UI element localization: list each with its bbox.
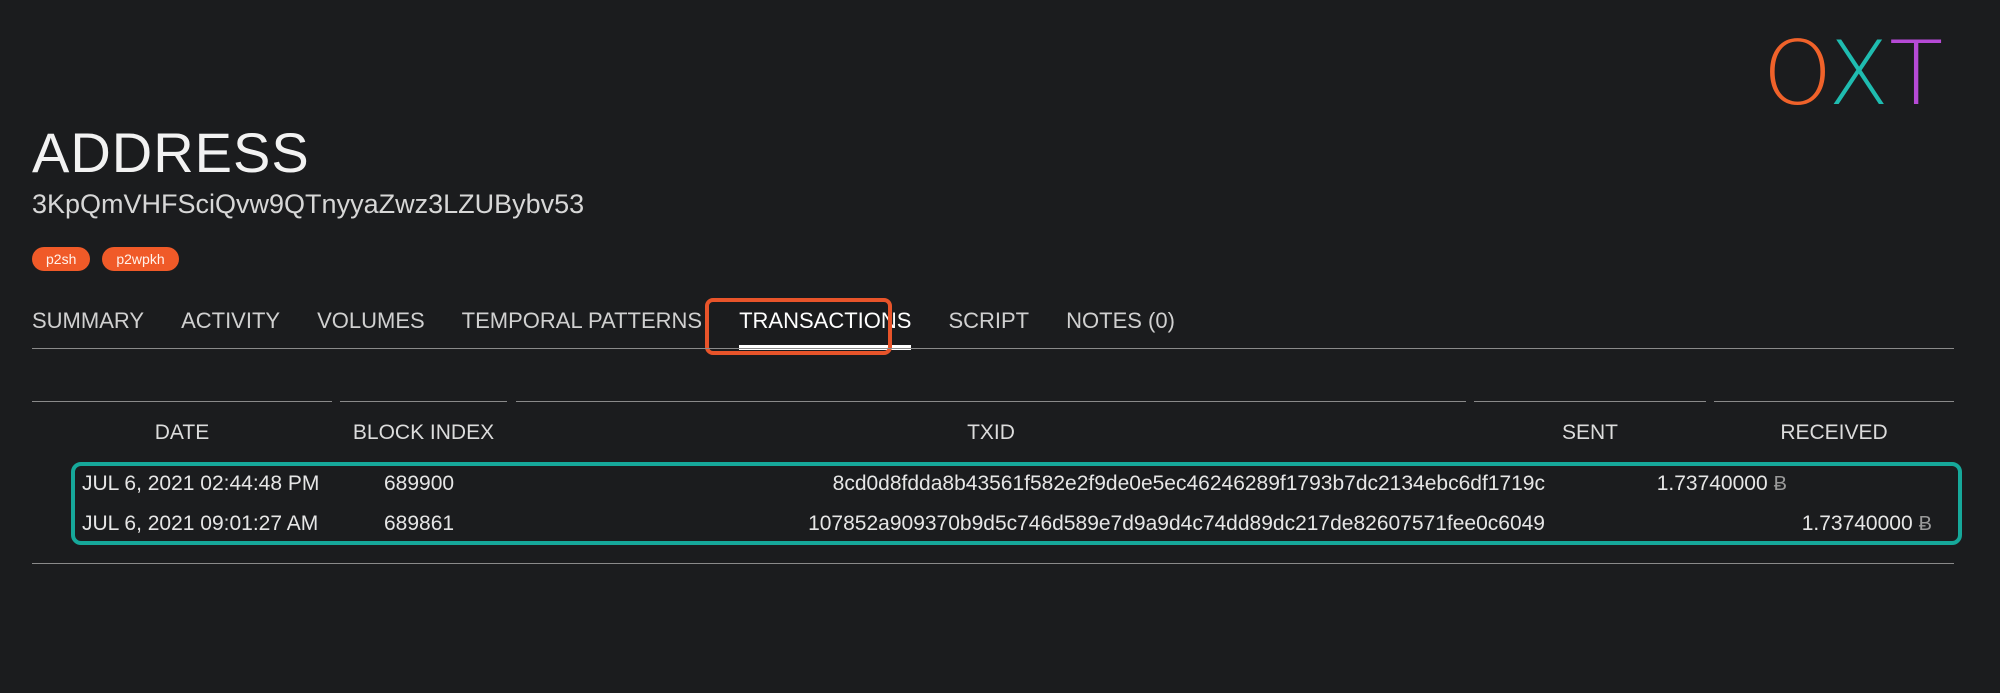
tab-temporal-patterns[interactable]: TEMPORAL PATTERNS (462, 308, 702, 334)
column-header-txid[interactable]: TXID (516, 421, 1466, 445)
row-block-index-link[interactable]: 689861 (384, 512, 454, 536)
column-header-sent[interactable]: SENT (1474, 421, 1706, 445)
row-txid-link[interactable]: 8cd0d8fdda8b43561f582e2f9de0e5ec46246289… (833, 472, 1545, 496)
table-bottom-divider (32, 563, 1954, 564)
logo-letter-x: X (1828, 22, 1890, 125)
tab-volumes[interactable]: VOLUMES (317, 308, 425, 334)
tab-summary[interactable]: SUMMARY (32, 308, 144, 334)
row-received-amount: 1.73740000 Ƀ (1802, 512, 1932, 536)
received-value: 1.73740000 (1801, 512, 1913, 535)
address-tags: p2sh p2wpkh (32, 247, 179, 271)
sent-column-rule (1474, 401, 1706, 402)
txid-column-rule (516, 401, 1466, 402)
bitcoin-icon: Ƀ (1918, 513, 1932, 535)
tab-activity[interactable]: ACTIVITY (181, 308, 280, 334)
row-date: JUL 6, 2021 09:01:27 AM (82, 512, 319, 535)
row-sent-amount: 1.73740000 Ƀ (1657, 472, 1787, 496)
date-column-rule (32, 401, 332, 402)
received-column-rule (1714, 401, 1954, 402)
tab-bar: SUMMARY ACTIVITY VOLUMES TEMPORAL PATTER… (32, 308, 1212, 350)
address-hash: 3KpQmVHFSciQvw9QTnyyaZwz3LZUBybv53 (32, 189, 585, 219)
tabs-divider (32, 348, 1954, 349)
row-txid-link[interactable]: 107852a909370b9d5c746d589e7d9a9d4c74dd89… (808, 512, 1545, 536)
logo-letter-o: O (1762, 22, 1829, 125)
tab-notes[interactable]: NOTES (0) (1066, 308, 1175, 334)
table-row[interactable]: JUL 6, 2021 02:44:48 PM 689900 8cd0d8fdd… (80, 472, 1960, 504)
page-title: ADDRESS (32, 121, 310, 184)
row-block-index-link[interactable]: 689900 (384, 472, 454, 496)
column-header-block-index[interactable]: BLOCK INDEX (340, 421, 507, 445)
row-date: JUL 6, 2021 02:44:48 PM (82, 472, 320, 495)
column-header-date[interactable]: DATE (32, 421, 332, 445)
logo-letter-t: T (1889, 22, 1945, 125)
tag-p2sh[interactable]: p2sh (32, 247, 91, 271)
column-header-received[interactable]: RECEIVED (1714, 421, 1954, 445)
bitcoin-icon: Ƀ (1773, 473, 1787, 495)
table-row[interactable]: JUL 6, 2021 09:01:27 AM 689861 107852a90… (80, 512, 1960, 544)
block-index-column-rule (340, 401, 507, 402)
tag-p2wpkh[interactable]: p2wpkh (102, 247, 179, 271)
tab-transactions[interactable]: TRANSACTIONS (739, 308, 912, 350)
sent-value: 1.73740000 (1656, 472, 1768, 495)
tab-script[interactable]: SCRIPT (948, 308, 1029, 334)
oxt-logo[interactable]: OXT (1763, 30, 1945, 118)
